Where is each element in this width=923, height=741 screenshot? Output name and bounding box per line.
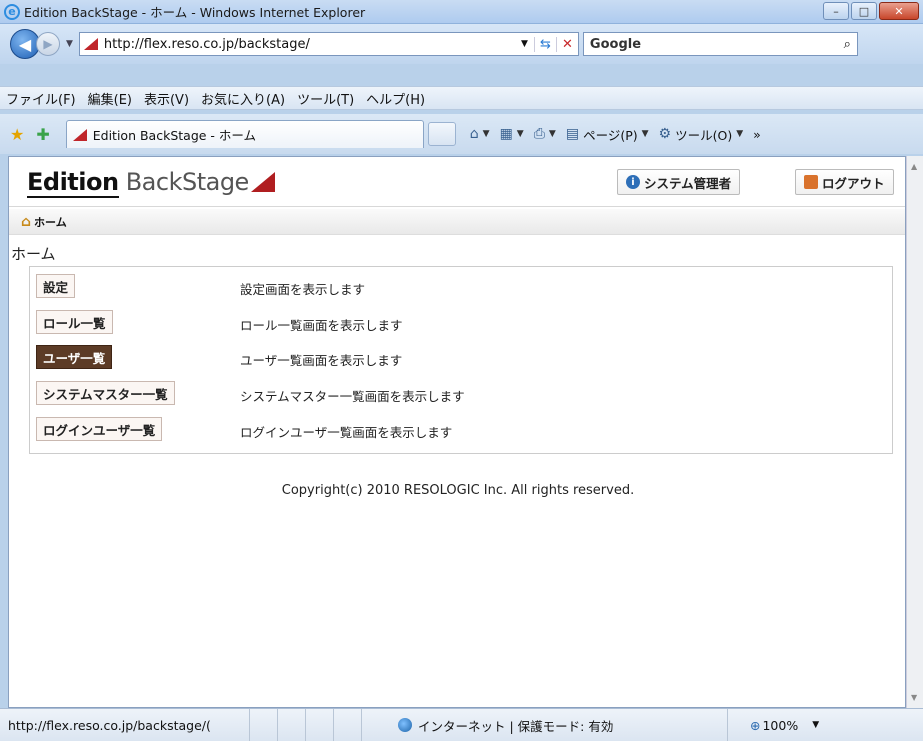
scroll-down-icon[interactable]: ▼ <box>911 693 917 702</box>
search-icon[interactable]: ⌕ <box>844 37 857 52</box>
window-controls: – □ ✕ <box>823 2 919 20</box>
list-item: ログインユーザ一覧 <box>36 415 163 443</box>
add-favorites-icon[interactable]: ✚ <box>36 125 49 144</box>
home-dropdown-icon[interactable]: ▼ <box>483 129 490 139</box>
globe-icon <box>398 718 412 732</box>
more-commands-icon[interactable]: » <box>753 127 761 142</box>
logo-edition: Edition <box>27 168 119 198</box>
zoom-level: 100% <box>762 717 799 733</box>
copyright-text: Copyright(c) 2010 RESOLOGIC Inc. All rig… <box>281 483 635 498</box>
app-logo[interactable]: Edition BackStage <box>27 168 275 198</box>
home-icon[interactable]: ⌂ <box>21 214 31 230</box>
site-favicon-icon <box>83 38 98 50</box>
settings-button[interactable]: 設定 <box>36 274 76 298</box>
vertical-scrollbar[interactable]: ▲ ▼ <box>906 156 923 708</box>
address-row: ◀ ▶ ▼ http://flex.reso.co.jp/backstage/ … <box>0 24 923 64</box>
stop-icon[interactable]: ✕ <box>555 36 578 52</box>
logo-triangle-icon <box>250 172 275 192</box>
menu-file[interactable]: ファイル(F) <box>6 89 76 108</box>
menu-list: 設定 設定画面を表示します ロール一覧 ロール一覧画面を表示します ユーザ一覧 … <box>29 266 893 454</box>
favorites-star-icon[interactable]: ★ <box>10 125 24 144</box>
list-item-description: システムマスター一覧画面を表示します <box>240 389 465 404</box>
print-icon[interactable]: ⎙ <box>534 126 545 142</box>
window-title-bar: e Edition BackStage - ホーム - Windows Inte… <box>0 0 923 24</box>
admin-label: システム管理者 <box>644 175 732 191</box>
address-dropdown-icon[interactable]: ▼ <box>515 39 534 49</box>
home-icon[interactable]: ⌂ <box>470 126 479 142</box>
close-button[interactable]: ✕ <box>879 2 919 20</box>
admin-button[interactable]: i システム管理者 <box>617 169 741 195</box>
maximize-button[interactable]: □ <box>851 2 877 20</box>
minimize-button[interactable]: – <box>823 2 849 20</box>
zoom-control[interactable]: ⊕ 100% ▼ <box>750 718 819 733</box>
zoom-dropdown-icon[interactable]: ▼ <box>812 720 819 730</box>
status-url: http://flex.reso.co.jp/backstage/( <box>0 709 250 741</box>
status-cell <box>250 709 278 741</box>
menu-bar: ファイル(F) 編集(E) 表示(V) お気に入り(A) ツール(T) ヘルプ(… <box>0 86 923 110</box>
page-viewport: Edition BackStage i システム管理者 ログアウト ⌂ ホーム … <box>8 156 906 708</box>
tools-menu[interactable]: ツール(O) <box>675 125 732 144</box>
feeds-dropdown-icon[interactable]: ▼ <box>517 129 524 139</box>
search-provider[interactable]: Google <box>590 37 844 52</box>
list-item-description: ロール一覧画面を表示します <box>240 318 403 333</box>
system-master-list-button[interactable]: システムマスター一覧 <box>36 381 175 405</box>
list-item: ロール一覧 <box>36 308 113 336</box>
tab-active[interactable]: Edition BackStage - ホーム <box>65 120 424 148</box>
address-url[interactable]: http://flex.reso.co.jp/backstage/ <box>104 37 515 52</box>
list-item: ユーザ一覧 <box>36 343 113 371</box>
ie-logo-icon: e <box>4 3 20 20</box>
status-cell <box>334 709 362 741</box>
menu-help[interactable]: ヘルプ(H) <box>366 89 425 108</box>
tools-gear-icon: ⚙ <box>658 126 672 142</box>
tab-label: Edition BackStage - ホーム <box>92 128 257 143</box>
new-tab-button[interactable] <box>427 122 456 146</box>
login-user-list-button[interactable]: ログインユーザ一覧 <box>36 417 163 441</box>
logout-label: ログアウト <box>822 175 885 191</box>
history-dropdown-icon[interactable]: ▼ <box>66 39 73 49</box>
search-field[interactable]: Google ⌕ <box>582 32 858 56</box>
page-icon: ▤ <box>565 126 580 142</box>
tab-command-row: ★ ✚ Edition BackStage - ホーム ⌂ ▼ ▦ ▼ ⎙ ▼ … <box>0 114 923 154</box>
page-menu[interactable]: ページ(P) <box>583 125 638 144</box>
tab-favicon-icon <box>72 128 87 141</box>
security-zone[interactable]: インターネット | 保護モード: 有効 <box>398 709 728 741</box>
app-header: Edition BackStage i システム管理者 ログアウト <box>9 157 905 207</box>
role-list-button[interactable]: ロール一覧 <box>36 310 113 334</box>
logout-icon <box>804 175 818 189</box>
zoom-icon: ⊕ <box>750 717 761 733</box>
list-item: システムマスター一覧 <box>36 379 175 407</box>
breadcrumb: ⌂ ホーム <box>9 209 905 235</box>
menu-edit[interactable]: 編集(E) <box>88 89 132 108</box>
logout-button[interactable]: ログアウト <box>795 169 894 195</box>
status-cell <box>278 709 306 741</box>
list-item-description: 設定画面を表示します <box>240 282 366 297</box>
breadcrumb-home[interactable]: ホーム <box>34 214 67 230</box>
list-item: 設定 <box>36 272 76 300</box>
menu-view[interactable]: 表示(V) <box>144 89 189 108</box>
print-dropdown-icon[interactable]: ▼ <box>549 129 556 139</box>
status-cell <box>306 709 334 741</box>
menu-tools[interactable]: ツール(T) <box>297 89 354 108</box>
forward-button[interactable]: ▶ <box>36 32 60 56</box>
window-title: Edition BackStage - ホーム - Windows Intern… <box>24 5 366 20</box>
menu-favorites[interactable]: お気に入り(A) <box>201 89 285 108</box>
list-item-description: ユーザ一覧画面を表示します <box>240 353 403 368</box>
command-bar: ⌂ ▼ ▦ ▼ ⎙ ▼ ▤ ページ(P) ▼ ⚙ ツール(O) ▼ » <box>470 125 761 144</box>
feeds-icon[interactable]: ▦ <box>500 126 513 142</box>
scroll-up-icon[interactable]: ▲ <box>911 162 917 171</box>
info-icon: i <box>626 175 640 189</box>
page-title: ホーム <box>11 245 56 263</box>
user-list-button[interactable]: ユーザ一覧 <box>36 345 113 369</box>
list-item-description: ログインユーザ一覧画面を表示します <box>240 425 453 440</box>
page-dropdown-icon[interactable]: ▼ <box>642 129 649 139</box>
security-zone-label: インターネット | 保護モード: 有効 <box>418 718 614 734</box>
refresh-icon[interactable]: ⇆ <box>533 36 556 52</box>
logo-backstage: BackStage <box>118 168 250 196</box>
status-bar: http://flex.reso.co.jp/backstage/( インターネ… <box>0 708 923 741</box>
address-field[interactable]: http://flex.reso.co.jp/backstage/ ▼ ⇆ ✕ <box>78 32 579 56</box>
tools-dropdown-icon[interactable]: ▼ <box>736 129 743 139</box>
